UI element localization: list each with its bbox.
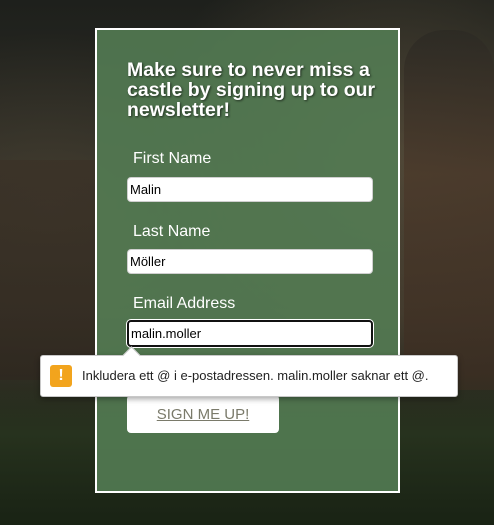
newsletter-panel: Make sure to never miss a castle by sign… xyxy=(95,28,400,493)
validation-tooltip: ! Inkludera ett @ i e-postadressen. mali… xyxy=(40,355,458,397)
castle-tower xyxy=(404,30,494,390)
warning-icon: ! xyxy=(50,365,72,387)
castle-wing xyxy=(0,160,100,380)
email-input[interactable] xyxy=(127,320,373,347)
first-name-input[interactable] xyxy=(127,177,373,202)
signup-button[interactable]: SIGN ME UP! xyxy=(127,395,279,433)
first-name-label: First Name xyxy=(133,150,212,167)
last-name-label: Last Name xyxy=(133,223,211,240)
email-label: Email Address xyxy=(133,295,236,312)
validation-message: Inkludera ett @ i e-postadressen. malin.… xyxy=(82,368,429,383)
last-name-input[interactable] xyxy=(127,249,373,274)
newsletter-heading: Make sure to never miss a castle by sign… xyxy=(127,59,376,121)
